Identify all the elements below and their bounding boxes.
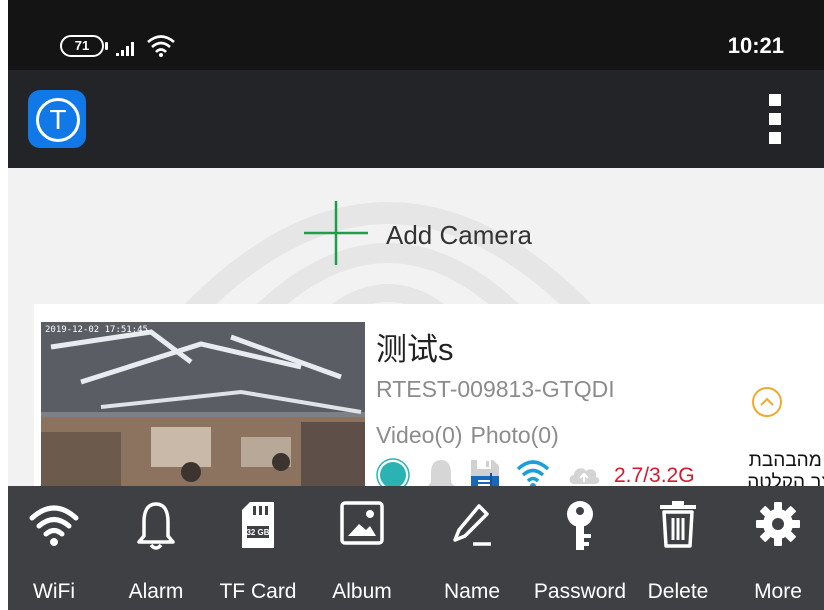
nav-tf-card-label: TF Card [219, 580, 297, 603]
nav-tf-card[interactable]: 32 GB TF Card [210, 486, 306, 610]
nav-wifi[interactable]: WiFi [8, 486, 102, 610]
nav-alarm-label: Alarm [128, 580, 184, 603]
key-icon [567, 501, 593, 550]
nav-password[interactable]: Password [520, 486, 640, 610]
bell-icon [137, 502, 175, 550]
app-logo-letter: T [36, 98, 80, 142]
wifi-status-icon [147, 35, 175, 57]
trash-icon [660, 501, 696, 548]
image-icon [340, 501, 384, 545]
plus-icon [304, 201, 368, 265]
nav-password-label: Password [533, 580, 627, 603]
overflow-menu-icon[interactable] [765, 94, 785, 154]
annotation-line-1: י מהבהבת [748, 450, 824, 471]
thumbnail-timestamp: 2019-12-02 17:51:45 [45, 325, 148, 335]
photo-count[interactable]: Photo(0) [471, 422, 559, 448]
nav-more[interactable]: More [730, 486, 824, 610]
nav-album-label: Album [332, 580, 392, 603]
svg-text:32 GB: 32 GB [246, 528, 269, 537]
app-logo: T [28, 90, 86, 148]
nav-delete-label: Delete [647, 580, 709, 603]
status-bar: 71 10:21 [8, 0, 824, 70]
bottom-nav: WiFi Alarm 32 GB TF Card Album Name Pass… [8, 486, 824, 610]
camera-id: RTEST-009813-GTQDI [376, 376, 615, 402]
camera-card[interactable]: 2019-12-02 17:51:45 测试s RTEST-009813-GTQ… [34, 304, 824, 504]
sd-card-icon: 32 GB [242, 502, 274, 548]
phone-screen: 71 10:21 T Add Camera 2019-12-02 17:51:4… [8, 0, 824, 610]
camera-name: 测试s [376, 332, 454, 367]
camera-list: Add Camera 2019-12-02 17:51:45 测试s RTEST… [8, 168, 824, 504]
nav-album[interactable]: Album [314, 486, 410, 610]
nav-alarm[interactable]: Alarm [108, 486, 204, 610]
expand-button[interactable] [752, 387, 782, 417]
nav-name[interactable]: Name [424, 486, 520, 610]
camera-thumbnail[interactable]: 2019-12-02 17:51:45 [41, 322, 365, 504]
chevron-up-icon [760, 397, 774, 406]
add-camera-label: Add Camera [386, 220, 532, 250]
signal-icon [116, 40, 136, 56]
nav-more-label: More [754, 580, 802, 603]
battery-indicator: 71 [60, 35, 108, 57]
nav-name-label: Name [443, 580, 501, 603]
media-counts: Video(0) Photo(0) [376, 422, 567, 449]
pencil-icon [453, 504, 491, 546]
add-camera-button[interactable]: Add Camera [304, 201, 604, 265]
video-count[interactable]: Video(0) [376, 422, 463, 448]
gear-icon [756, 502, 800, 546]
nav-delete[interactable]: Delete [630, 486, 726, 610]
nav-wifi-label: WiFi [33, 580, 75, 603]
clock: 10:21 [727, 33, 784, 58]
wifi-icon [29, 505, 79, 546]
